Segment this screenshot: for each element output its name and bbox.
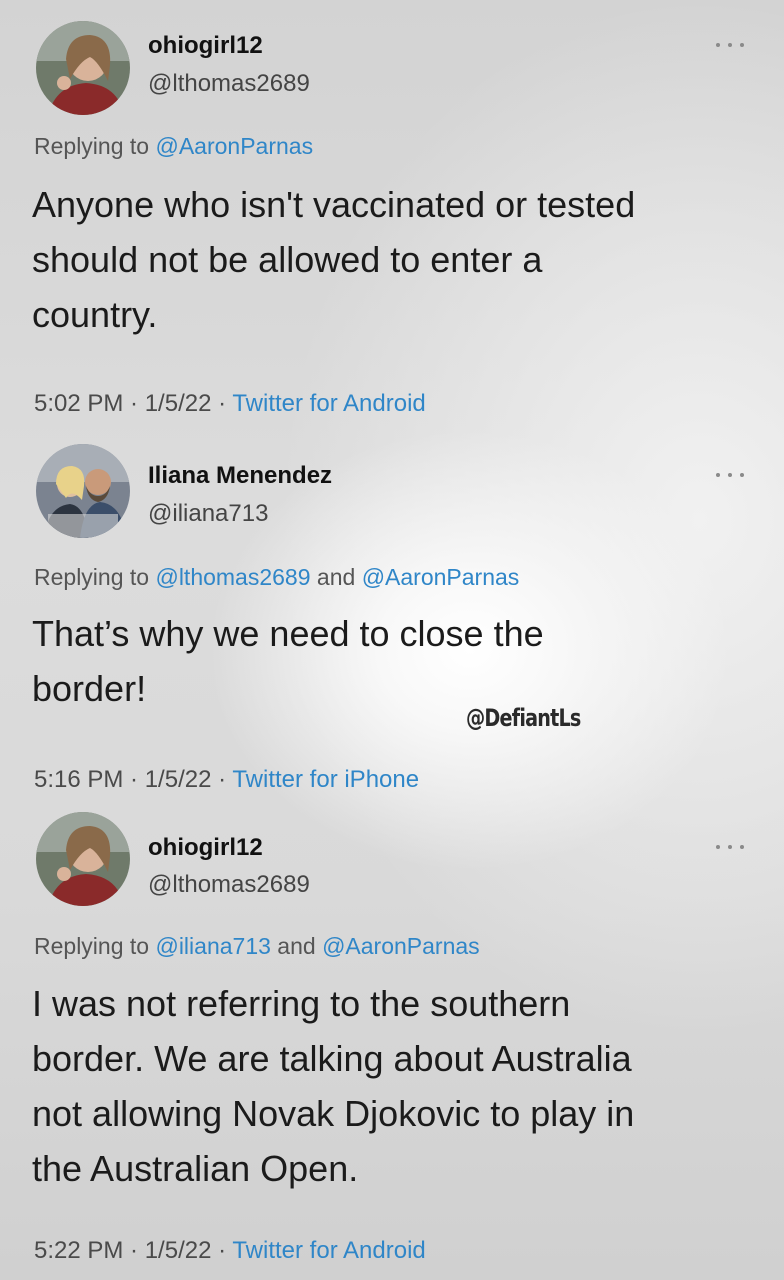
tweet-text: Anyone who isn't vaccinated or tested sh… [32,184,636,335]
replying-to-line: Replying to @iliana713 and @AaronParnas [34,933,480,960]
tweet-source-link[interactable]: Twitter for Android [232,390,425,417]
watermark: @DefiantLs [466,704,581,732]
replying-to-label: Replying to [34,564,156,590]
more-options-icon[interactable] [716,842,744,852]
tweet-timestamp-line: 5:02 PM · 1/5/22 · Twitter for Android [34,390,426,418]
display-name[interactable]: ohiogirl12 [148,834,263,862]
replying-to-line: Replying to @lthomas2689 and @AaronParna… [34,564,519,591]
mention-joiner: and [310,564,362,590]
more-options-icon[interactable] [716,40,744,50]
tweet-timestamp-line: 5:16 PM · 1/5/22 · Twitter for iPhone [34,766,419,794]
user-avatar-couple-icon [36,444,130,538]
user-handle[interactable]: @lthomas2689 [148,871,310,899]
tweet-timestamp[interactable]: 5:22 PM · 1/5/22 · [34,1237,232,1264]
tweet-text: That’s why we need to close the border! [32,613,544,709]
tweet-source-link[interactable]: Twitter for Android [232,1237,425,1264]
tweet-source-link[interactable]: Twitter for iPhone [232,766,419,793]
replying-to-label: Replying to [34,933,156,959]
display-name[interactable]: ohiogirl12 [148,32,263,60]
mention-link[interactable]: @lthomas2689 [155,564,310,590]
tweet-text: I was not referring to the southern bord… [32,983,635,1189]
tweet-timestamp[interactable]: 5:16 PM · 1/5/22 · [34,766,232,793]
user-handle[interactable]: @lthomas2689 [148,70,310,98]
tweet-timestamp[interactable]: 5:02 PM · 1/5/22 · [34,390,232,417]
mention-joiner: and [270,933,323,959]
mention-link[interactable]: @AaronParnas [155,133,313,159]
user-handle[interactable]: @iliana713 [148,500,268,528]
display-name[interactable]: Iliana Menendez [148,462,332,490]
user-avatar-woman-icon [36,21,130,115]
avatar-iliana[interactable] [36,444,130,538]
avatar-ohiogirl12[interactable] [36,21,130,115]
replying-to-label: Replying to [34,133,156,159]
avatar-ohiogirl12[interactable] [36,812,130,906]
tweet-timestamp-line: 5:22 PM · 1/5/22 · Twitter for Android [34,1237,426,1265]
mention-link[interactable]: @AaronParnas [322,933,480,959]
mention-link[interactable]: @AaronParnas [362,564,520,590]
user-avatar-woman-icon [36,812,130,906]
replying-to-line: Replying to @AaronParnas [34,133,313,160]
more-options-icon[interactable] [716,470,744,480]
mention-link[interactable]: @iliana713 [155,933,270,959]
